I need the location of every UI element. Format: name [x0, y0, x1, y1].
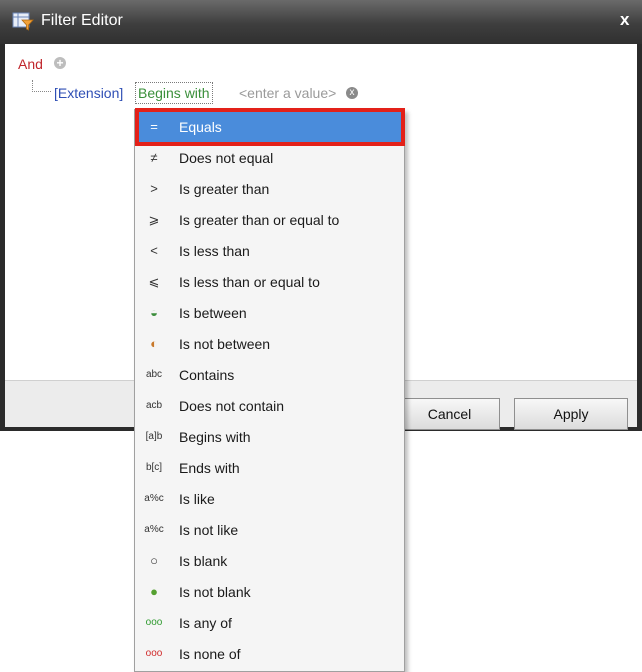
operator-item-is-greater-than-or-equal-to[interactable]: ⩾ Is greater than or equal to — [135, 205, 404, 236]
less-than-icon: < — [150, 243, 158, 258]
not-like-icon: a%c — [144, 524, 164, 535]
operator-item-label: Is none of — [179, 646, 241, 662]
operator-item-label: Is greater than or equal to — [179, 212, 340, 228]
tree-connector — [32, 80, 51, 92]
apply-button-label: Apply — [553, 406, 589, 422]
group-operator[interactable]: And — [18, 56, 43, 72]
add-condition-icon[interactable]: + — [54, 57, 66, 69]
condition-value[interactable]: <enter a value> — [239, 85, 336, 101]
operator-item-is-not-blank[interactable]: ● Is not blank — [135, 577, 404, 608]
operator-item-is-between[interactable]: ◒ Is between — [135, 298, 404, 329]
filter-editor-icon — [12, 12, 34, 31]
apply-button[interactable]: Apply — [514, 398, 628, 430]
operator-item-label: Does not equal — [179, 150, 274, 166]
not-blank-icon: ● — [150, 584, 158, 599]
operator-dropdown: = Equals ≠ Does not equal > Is greater than ⩾ I… — [134, 109, 405, 672]
operator-item-label: Is between — [179, 305, 247, 321]
like-icon: a%c — [144, 493, 164, 504]
operator-item-label: Contains — [179, 367, 235, 383]
begins-with-icon: [a]b — [145, 431, 163, 442]
not-contains-icon: acb — [145, 400, 163, 411]
operator-item-is-not-between[interactable]: ◐ Is not between — [135, 329, 404, 360]
operator-item-label: Is not blank — [179, 584, 251, 600]
blank-icon: ○ — [150, 553, 158, 568]
operator-item-is-less-than-or-equal-to[interactable]: ⩽ Is less than or equal to — [135, 267, 404, 298]
title-bar: Filter Editor x — [0, 0, 642, 44]
none-of-icon: ooo — [145, 648, 163, 659]
operator-item-label: Is greater than — [179, 181, 270, 197]
between-icon: ◒ — [150, 305, 158, 320]
operator-item-label: Is any of — [179, 615, 232, 631]
selection-highlight-box — [135, 108, 405, 146]
operator-item-is-not-like[interactable]: a%c Is not like — [135, 515, 404, 546]
greater-than-icon: > — [150, 181, 158, 196]
operator-item-label: Is like — [179, 491, 215, 507]
condition-operator[interactable]: Begins with — [135, 82, 213, 104]
operator-item-is-none-of[interactable]: ooo Is none of — [135, 639, 404, 670]
operator-item-does-not-contain[interactable]: acb Does not contain — [135, 391, 404, 422]
operator-item-is-less-than[interactable]: < Is less than — [135, 236, 404, 267]
condition-field[interactable]: [Extension] — [54, 85, 123, 101]
operator-item-label: Is not between — [179, 336, 271, 352]
operator-item-is-any-of[interactable]: ooo Is any of — [135, 608, 404, 639]
less-equal-icon: ⩽ — [148, 274, 160, 289]
operator-item-is-like[interactable]: a%c Is like — [135, 484, 404, 515]
operator-item-label: Is less than or equal to — [179, 274, 320, 290]
operator-item-ends-with[interactable]: b[c] Ends with — [135, 453, 404, 484]
operator-item-label: Does not contain — [179, 398, 285, 414]
operator-item-label: Ends with — [179, 460, 240, 476]
operator-item-label: Is not like — [179, 522, 239, 538]
cancel-button[interactable]: Cancel — [400, 398, 500, 430]
any-of-icon: ooo — [145, 617, 163, 628]
window-title: Filter Editor — [41, 12, 123, 29]
operator-item-is-blank[interactable]: ○ Is blank — [135, 546, 404, 577]
operator-item-is-greater-than[interactable]: > Is greater than — [135, 174, 404, 205]
remove-condition-icon[interactable]: x — [346, 87, 358, 99]
cancel-button-label: Cancel — [427, 406, 472, 422]
not-equal-icon: ≠ — [150, 150, 158, 165]
close-icon[interactable]: x — [620, 10, 629, 30]
not-between-icon: ◐ — [150, 336, 158, 351]
contains-icon: abc — [145, 369, 163, 380]
ends-with-icon: b[c] — [145, 462, 163, 473]
operator-item-begins-with[interactable]: [a]b Begins with — [135, 422, 404, 453]
operator-item-label: Is less than — [179, 243, 250, 259]
operator-item-contains[interactable]: abc Contains — [135, 360, 404, 391]
operator-item-does-not-equal[interactable]: ≠ Does not equal — [135, 143, 404, 174]
greater-equal-icon: ⩾ — [148, 212, 160, 227]
operator-item-label: Begins with — [179, 429, 251, 445]
operator-item-label: Is blank — [179, 553, 228, 569]
